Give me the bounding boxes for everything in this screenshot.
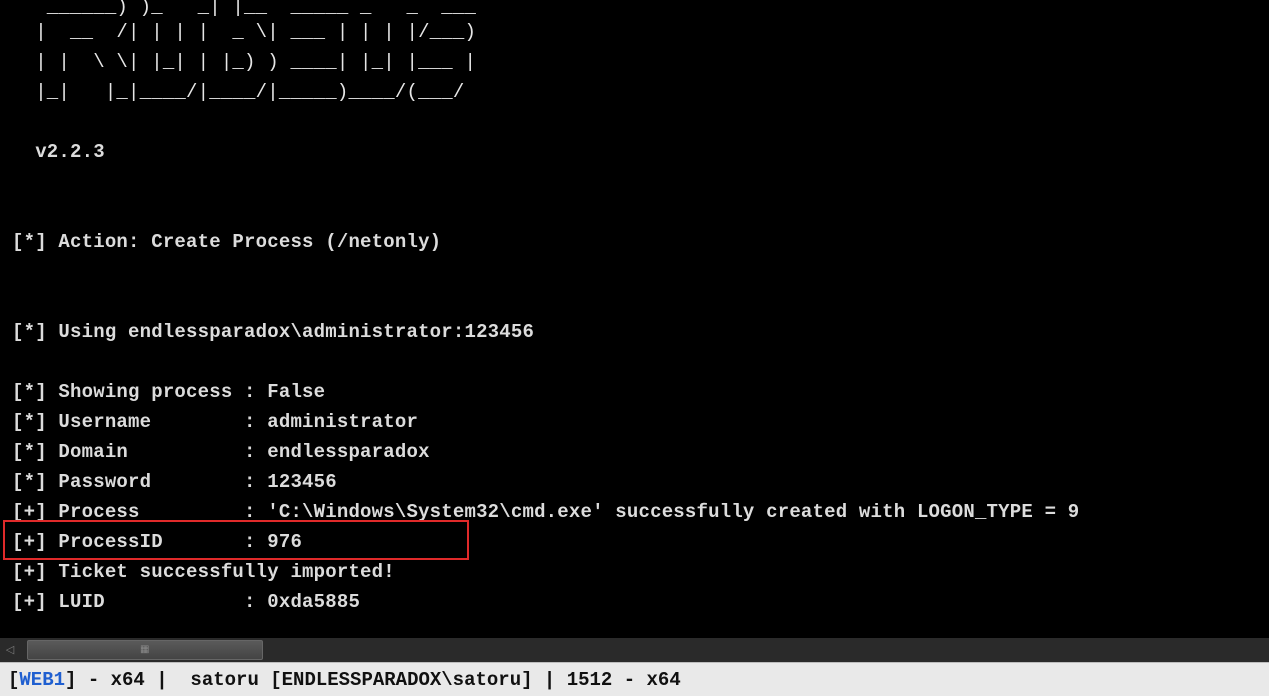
banner-line-3: | | \ \| |_| | |_) ) ____| |_| |___ | [12, 51, 477, 73]
luid-line: [+] LUID : 0xda5885 [12, 591, 361, 613]
scroll-left-arrow-icon[interactable]: ◁ [2, 642, 18, 658]
console-output[interactable]: ______) )_ _| |__ _____ _ _ ___ | __ /| … [0, 0, 1269, 638]
showing-process-line: [*] Showing process : False [12, 381, 326, 403]
banner-line-1: ______) )_ _| |__ _____ _ _ ___ [12, 0, 477, 18]
beacon-status-bar: [WEB1] - x64 | satoru [ENDLESSPARADOX\sa… [0, 662, 1269, 696]
status-bracket: [ [8, 669, 20, 691]
using-credentials-line: [*] Using endlessparadox\administrator:1… [12, 321, 535, 343]
ticket-imported-line: [+] Ticket successfully imported! [12, 561, 395, 583]
scroll-grip-icon: ▦ [140, 644, 150, 655]
beacon-console-window: ______) )_ _| |__ _____ _ _ ___ | __ /| … [0, 0, 1269, 696]
banner-line-2: | __ /| | | | _ \| ___ | | | |/___) [12, 21, 477, 43]
status-details: ] - x64 | satoru [ENDLESSPARADOX\satoru]… [65, 669, 681, 691]
version-line: v2.2.3 [12, 141, 105, 163]
domain-line: [*] Domain : endlessparadox [12, 441, 430, 463]
username-line: [*] Username : administrator [12, 411, 419, 433]
horizontal-scrollbar[interactable]: ◁ ▦ [0, 638, 1269, 662]
beacon-name: WEB1 [19, 669, 66, 691]
scrollbar-thumb[interactable]: ▦ [27, 640, 263, 660]
process-id-highlight-box [3, 520, 469, 560]
password-line: [*] Password : 123456 [12, 471, 337, 493]
banner-line-4: |_| |_|____/|____/|_____)____/(___/ [12, 81, 465, 103]
status-bar-text: [WEB1] - x64 | satoru [ENDLESSPARADOX\sa… [8, 669, 681, 691]
action-line: [*] Action: Create Process (/netonly) [12, 231, 442, 253]
